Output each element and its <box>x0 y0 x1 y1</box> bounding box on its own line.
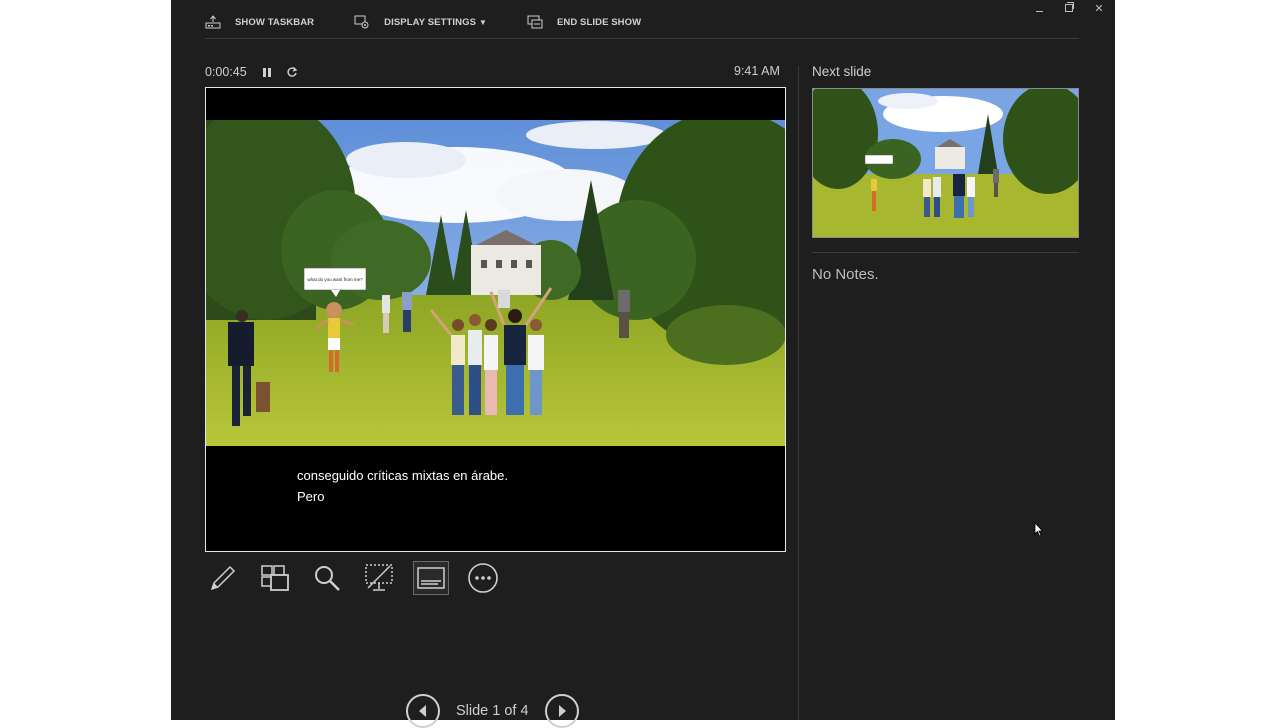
next-slide-image <box>813 89 1078 237</box>
slide-photo: what do you want from me? <box>206 120 785 446</box>
magnifier-icon <box>315 566 340 591</box>
subtitles-icon <box>417 567 445 589</box>
elapsed-time: 0:00:45 <box>205 65 247 79</box>
show-taskbar-button[interactable]: SHOW TASKBAR <box>205 15 314 29</box>
pause-icon-bar-left <box>262 67 266 77</box>
slide-counter[interactable]: Slide 1 of 4 <box>456 703 529 719</box>
next-slide-button[interactable] <box>544 694 579 728</box>
close-icon: ✕ <box>1094 2 1104 15</box>
slide-tools <box>205 560 517 596</box>
more-options-button[interactable] <box>465 561 501 595</box>
end-slide-show-button[interactable]: END SLIDE SHOW <box>527 15 641 29</box>
arrow-right-icon <box>558 705 566 717</box>
black-screen-icon <box>365 564 393 591</box>
mouse-cursor-icon <box>1034 522 1044 537</box>
subtitles-button[interactable] <box>413 561 449 595</box>
minimize-button[interactable] <box>1027 0 1051 16</box>
arrow-left-icon <box>419 705 426 717</box>
show-taskbar-label: SHOW TASKBAR <box>235 16 315 28</box>
zoom-button[interactable] <box>309 561 345 595</box>
current-slide: what do you want from me? conseguido crí… <box>205 87 786 552</box>
pause-timer-button[interactable] <box>262 67 271 77</box>
display-settings-label: DISPLAY SETTINGS <box>384 16 477 28</box>
top-toolbar: SHOW TASKBAR DISPLAY SETTINGS ▼ END SLID… <box>205 12 681 32</box>
panel-divider[interactable] <box>798 66 799 720</box>
next-slide-preview[interactable] <box>812 88 1079 238</box>
toolbar-divider <box>205 38 1079 39</box>
park-scene-image: what do you want from me? <box>206 120 785 446</box>
speaker-notes: No Notes. <box>812 266 879 283</box>
pen-tool-button[interactable] <box>205 561 241 595</box>
end-slide-show-label: END SLIDE SHOW <box>556 16 642 28</box>
minimize-icon <box>1035 10 1043 12</box>
subtitle-caption: conseguido críticas mixtas en árabe. Per… <box>297 465 508 507</box>
more-icon <box>468 563 498 593</box>
slide-navigation: Slide 1 of 4 <box>406 694 579 728</box>
display-settings-button[interactable]: DISPLAY SETTINGS ▼ <box>354 15 487 29</box>
display-settings-icon <box>354 15 369 29</box>
speech-bubble-text: what do you want from me? <box>307 277 363 282</box>
previous-slide-button[interactable] <box>406 694 440 728</box>
notes-divider <box>812 252 1079 253</box>
taskbar-icon <box>205 15 221 29</box>
end-slideshow-icon <box>527 15 543 29</box>
close-button[interactable]: ✕ <box>1087 0 1111 16</box>
current-time: 9:41 AM <box>734 64 780 78</box>
black-screen-button[interactable] <box>361 561 397 595</box>
restore-button[interactable] <box>1057 0 1081 16</box>
timer-bar: 0:00:45 <box>205 64 298 80</box>
caption-line-1: conseguido críticas mixtas en árabe. <box>297 468 508 483</box>
next-slide-heading: Next slide <box>812 64 872 79</box>
presenter-view: ✕ SHOW TASKBAR DISPLAY SETTINGS ▼ END SL… <box>171 0 1115 728</box>
pause-icon-bar-right <box>267 67 271 77</box>
restore-icon <box>1065 2 1074 12</box>
chevron-down-icon: ▼ <box>479 17 487 27</box>
all-slides-icon <box>261 565 289 591</box>
caption-line-2: Pero <box>297 489 325 504</box>
see-all-slides-button[interactable] <box>257 561 293 595</box>
pen-icon <box>210 565 236 591</box>
restart-timer-icon[interactable] <box>286 66 298 78</box>
